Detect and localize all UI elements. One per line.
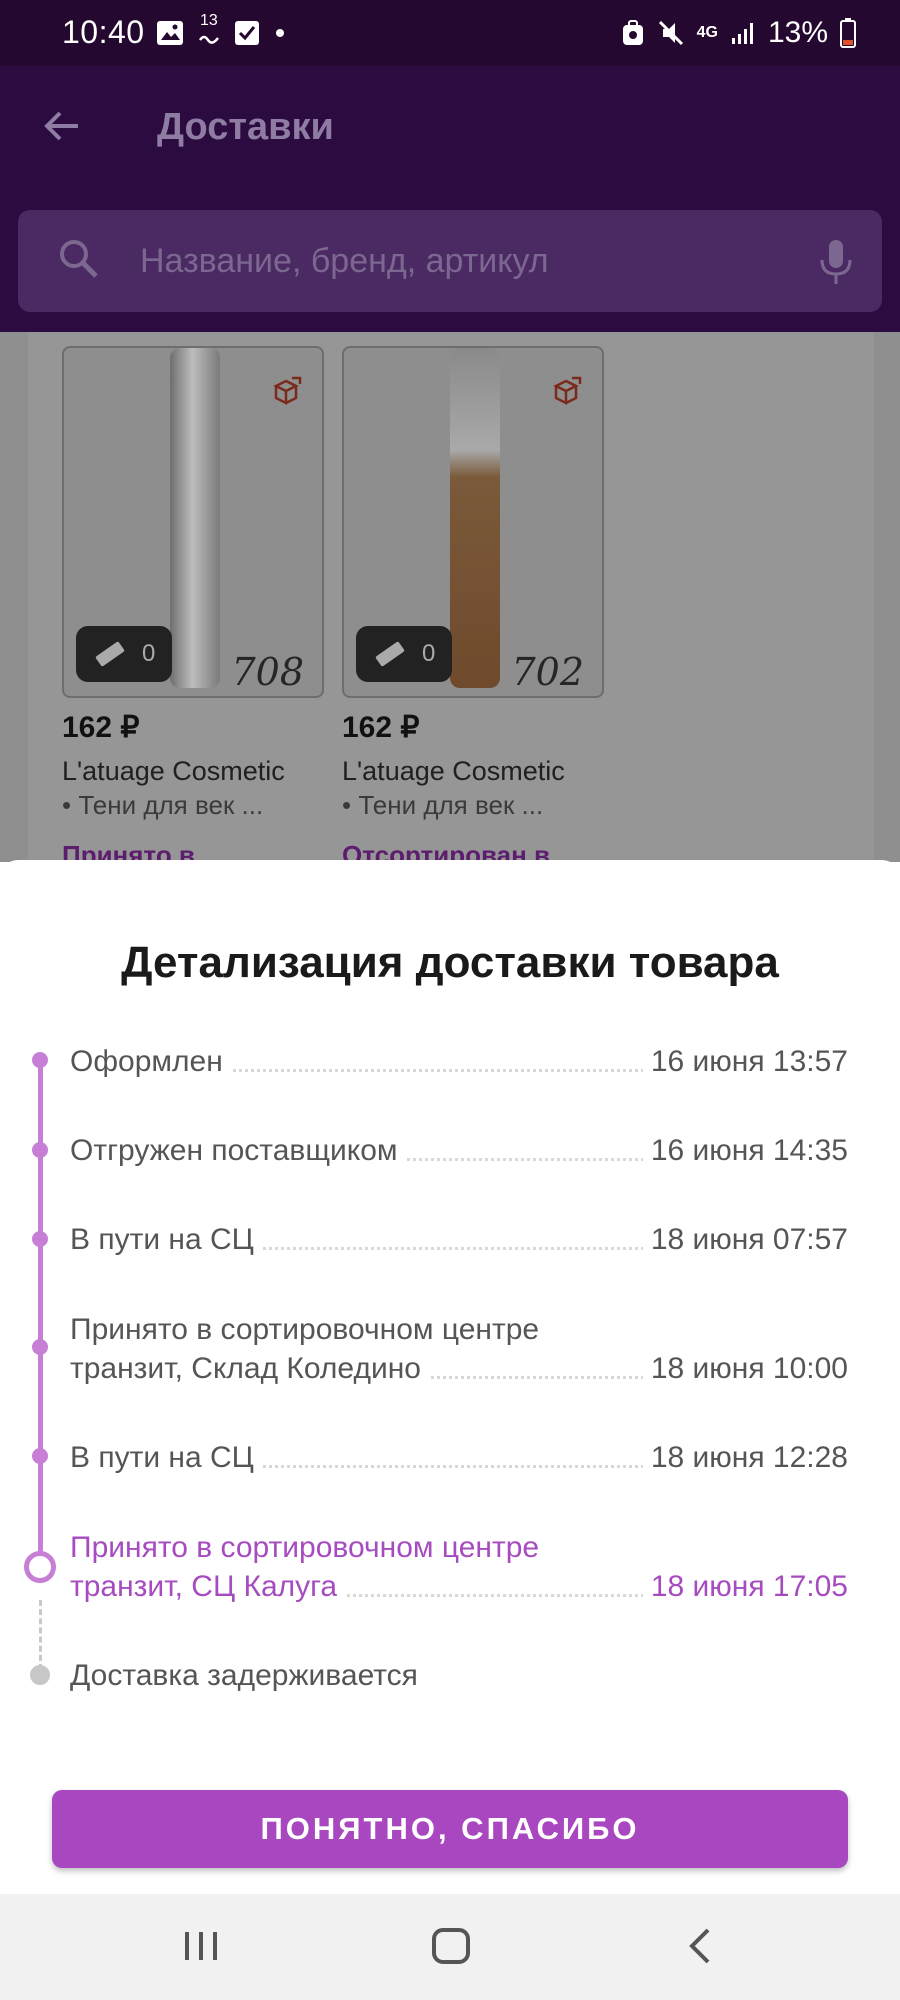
product-image bbox=[450, 348, 500, 688]
timeline-event-pending: Доставка задерживается bbox=[70, 1656, 848, 1695]
event-label-line1: Принято в сортировочном центре bbox=[70, 1310, 848, 1349]
timeline-line bbox=[38, 1060, 43, 1565]
return-box-icon bbox=[552, 374, 584, 411]
battery-icon bbox=[840, 18, 856, 48]
timeline-event: В пути на СЦ 18 июня 07:57 bbox=[70, 1220, 848, 1259]
product-brand: L'atuage Cosmetic bbox=[62, 756, 285, 786]
timeline-event: Отгружен поставщиком 16 июня 14:35 bbox=[70, 1131, 848, 1170]
recent-apps-icon bbox=[185, 1932, 217, 1960]
timeline-dot-current bbox=[24, 1551, 56, 1583]
event-label-line2: транзит, СЦ Калуга bbox=[70, 1567, 346, 1606]
notification-count: 13 bbox=[200, 12, 218, 29]
product-card[interactable]: 0 708 bbox=[62, 346, 324, 698]
timeline-dashed-line bbox=[39, 1600, 42, 1670]
event-label-line1: Принято в сортировочном центре bbox=[70, 1528, 848, 1567]
image-icon bbox=[157, 21, 183, 45]
checkbox-icon bbox=[235, 21, 259, 45]
event-time: 18 июня 12:28 bbox=[642, 1438, 848, 1477]
ruler-chip[interactable]: 0 bbox=[356, 626, 452, 682]
back-chevron-icon bbox=[689, 1928, 710, 1964]
product-subtitle: • Тени для век ... bbox=[62, 790, 264, 820]
timeline-dot bbox=[32, 1448, 48, 1464]
ruler-icon bbox=[375, 641, 405, 667]
timeline-dot-pending bbox=[30, 1665, 50, 1685]
signal-icon bbox=[731, 23, 753, 44]
product-brand: L'atuage Cosmetic bbox=[342, 756, 565, 786]
handwritten-number: 708 bbox=[231, 650, 304, 694]
event-time: 16 июня 14:35 bbox=[642, 1131, 848, 1170]
timeline-dot bbox=[32, 1142, 48, 1158]
status-right-icons: 4G 13% bbox=[621, 16, 856, 50]
recent-apps-button[interactable] bbox=[180, 1924, 222, 1973]
event-time: 16 июня 13:57 bbox=[642, 1042, 848, 1081]
notification-count-icon: 13 bbox=[198, 12, 220, 48]
event-label: В пути на СЦ bbox=[70, 1220, 262, 1259]
timeline-dot bbox=[32, 1052, 48, 1068]
search-field[interactable]: Название, бренд, артикул bbox=[18, 210, 882, 312]
status-left-icons: 13 bbox=[156, 12, 286, 48]
back-nav-button[interactable] bbox=[680, 1924, 722, 1973]
home-button[interactable] bbox=[430, 1924, 472, 1973]
event-label: Отгружен поставщиком bbox=[70, 1131, 406, 1170]
status-time: 10:40 bbox=[62, 14, 145, 50]
product-price: 162 ₽ bbox=[342, 711, 420, 744]
status-bar: 10:40 13 4G 13% bbox=[0, 0, 900, 66]
ruler-icon bbox=[95, 641, 125, 667]
product-price: 162 ₽ bbox=[62, 711, 140, 744]
product-status: Принято в bbox=[62, 840, 195, 862]
timeline-event-current: Принято в сортировочном центре транзит, … bbox=[70, 1528, 848, 1606]
event-label: Оформлен bbox=[70, 1042, 231, 1081]
network-label: 4G bbox=[696, 24, 718, 41]
event-time: 18 июня 10:00 bbox=[642, 1349, 848, 1388]
timeline-event: В пути на СЦ 18 июня 12:28 bbox=[70, 1438, 848, 1477]
search-placeholder: Название, бренд, артикул bbox=[140, 242, 549, 280]
event-time: 18 июня 17:05 bbox=[642, 1567, 848, 1606]
timeline-event: Оформлен 16 июня 13:57 bbox=[70, 1042, 848, 1081]
home-icon bbox=[432, 1928, 470, 1964]
product-image bbox=[170, 348, 220, 688]
confirm-button[interactable]: ПОНЯТНО, СПАСИБО bbox=[52, 1790, 848, 1868]
product-panel: 0 708 0 702 162 ₽ L'atuage Cosmetic • Те… bbox=[28, 332, 874, 862]
return-box-icon bbox=[272, 374, 304, 411]
page-title: Доставки bbox=[157, 106, 334, 148]
timeline-dot bbox=[32, 1339, 48, 1355]
event-time: 18 июня 07:57 bbox=[642, 1220, 848, 1259]
event-label-line2: транзит, Склад Коледино bbox=[70, 1349, 429, 1388]
alarm-lock-icon bbox=[622, 20, 643, 45]
timeline-dot bbox=[32, 1231, 48, 1247]
navigation-bar bbox=[0, 1894, 900, 2000]
search-icon bbox=[56, 236, 102, 287]
back-button[interactable] bbox=[40, 104, 84, 153]
handwritten-number: 702 bbox=[511, 650, 584, 694]
ruler-count: 0 bbox=[142, 640, 156, 667]
product-subtitle: • Тени для век ... bbox=[342, 790, 544, 820]
dimmed-content: 0 708 0 702 162 ₽ L'atuage Cosmetic • Те… bbox=[0, 332, 900, 862]
timeline-event: Принято в сортировочном центре транзит, … bbox=[70, 1310, 848, 1388]
sheet-title: Детализация доставки товара bbox=[121, 938, 779, 987]
ruler-chip[interactable]: 0 bbox=[76, 626, 172, 682]
product-card[interactable]: 0 702 bbox=[342, 346, 604, 698]
microphone-icon[interactable] bbox=[816, 238, 856, 291]
event-label: Доставка задерживается bbox=[70, 1656, 426, 1695]
battery-percent: 13% bbox=[767, 16, 828, 49]
product-status: Отсортирован в bbox=[342, 840, 550, 862]
dot-icon bbox=[276, 29, 284, 37]
event-label: В пути на СЦ bbox=[70, 1438, 262, 1477]
arrow-back-icon bbox=[44, 111, 78, 141]
mute-icon bbox=[658, 20, 683, 46]
ruler-count: 0 bbox=[422, 640, 436, 667]
